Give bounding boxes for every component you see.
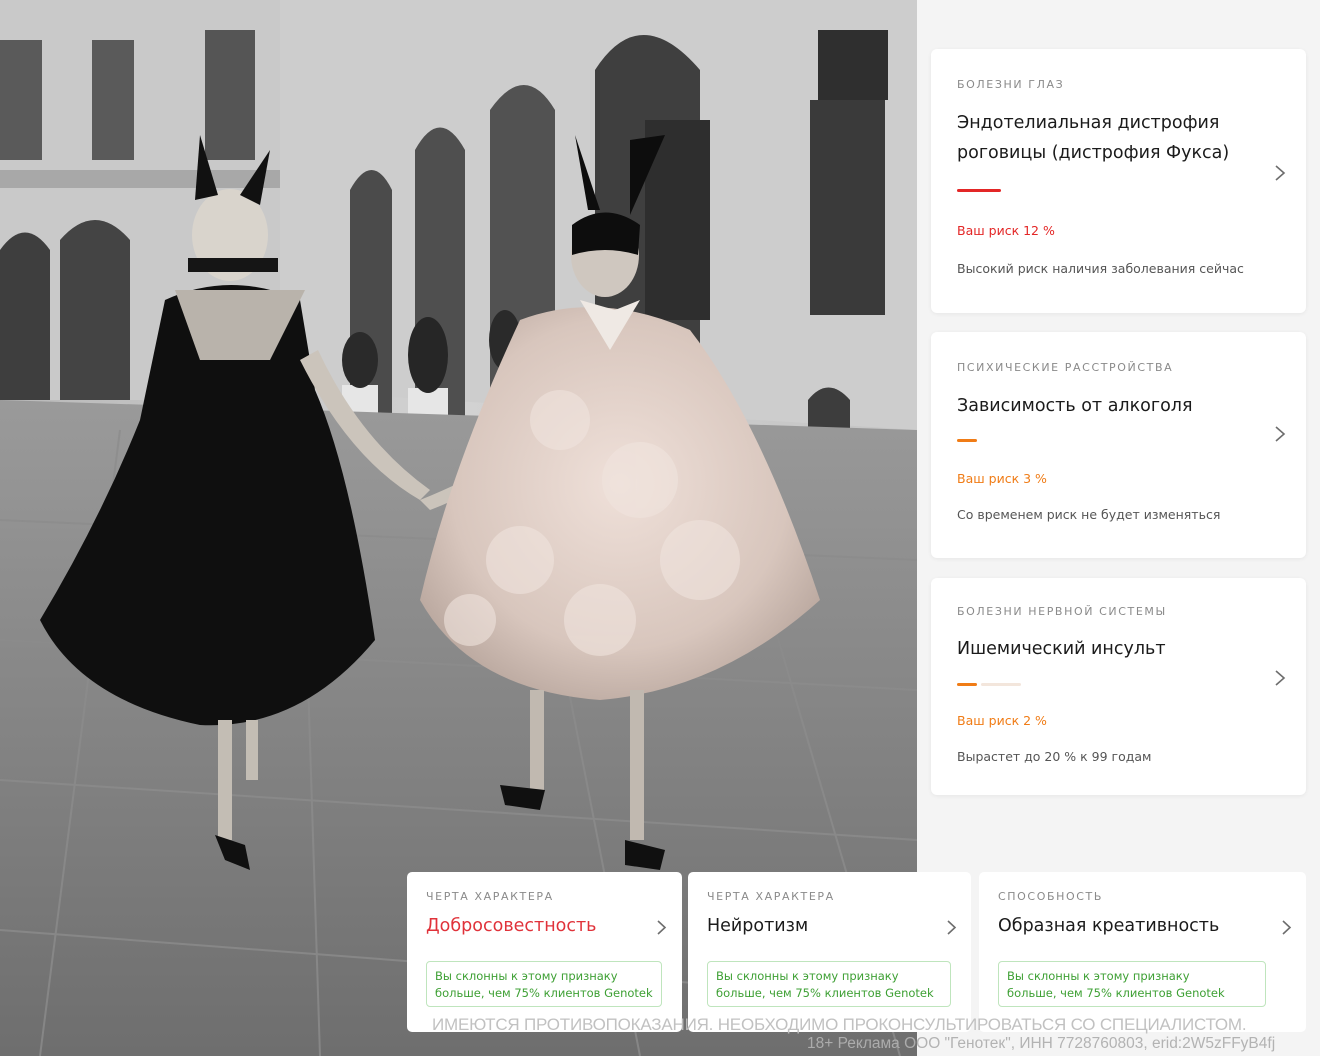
trait-title: Добросовестность [426, 916, 597, 936]
risk-value: Ваш риск 12 % [957, 223, 1055, 238]
disclaimer-contraindications: ИМЕЮТСЯ ПРОТИВОПОКАЗАНИЯ. НЕОБХОДИМО ПРО… [432, 1015, 1247, 1034]
chevron-right-icon[interactable] [1281, 919, 1292, 936]
disease-category: БОЛЕЗНИ ГЛАЗ [957, 78, 1065, 91]
trait-card-neuroticism[interactable]: ЧЕРТА ХАРАКТЕРА Нейротизм Вы склонны к э… [688, 872, 971, 1032]
disease-category: БОЛЕЗНИ НЕРВНОЙ СИСТЕМЫ [957, 605, 1167, 618]
risk-value: Ваш риск 3 % [957, 471, 1047, 486]
trait-category: ЧЕРТА ХАРАКТЕРА [426, 890, 554, 903]
chevron-right-icon[interactable] [1274, 164, 1286, 182]
risk-note: Вырастет до 20 % к 99 годам [957, 749, 1152, 764]
trait-title: Образная креативность [998, 916, 1220, 936]
disease-category: ПСИХИЧЕСКИЕ РАССТРОЙСТВА [957, 361, 1174, 374]
disease-title: Эндотелиальная дистрофия роговицы (дистр… [957, 108, 1257, 168]
risk-value: Ваш риск 2 % [957, 713, 1047, 728]
badge-line: больше, чем 75% клиентов Genotek [716, 986, 934, 1000]
trait-category: ЧЕРТА ХАРАКТЕРА [707, 890, 835, 903]
risk-note: Высокий риск наличия заболевания сейчас [957, 261, 1244, 276]
chevron-right-icon[interactable] [656, 919, 667, 936]
badge-line: больше, чем 75% клиентов Genotek [1007, 986, 1225, 1000]
badge-line: Вы склонны к этому признаку [1007, 969, 1190, 983]
chevron-right-icon[interactable] [1274, 425, 1286, 443]
trait-card-conscientiousness[interactable]: ЧЕРТА ХАРАКТЕРА Добросовестность Вы скло… [407, 872, 682, 1032]
trait-badge: Вы склонны к этому признаку больше, чем … [426, 961, 662, 1007]
chevron-right-icon[interactable] [946, 919, 957, 936]
disease-card-fuchs-dystrophy[interactable]: БОЛЕЗНИ ГЛАЗ Эндотелиальная дистрофия ро… [931, 49, 1306, 313]
risk-bar-track [981, 683, 1021, 686]
disease-card-ischemic-stroke[interactable]: БОЛЕЗНИ НЕРВНОЙ СИСТЕМЫ Ишемический инсу… [931, 578, 1306, 795]
trait-badge: Вы склонны к этому признаку больше, чем … [998, 961, 1266, 1007]
risk-bar-medium [957, 683, 977, 686]
badge-line: Вы склонны к этому признаку [716, 969, 899, 983]
disclaimer-advertiser: 18+ Реклама ООО "Генотек", ИНН 772876080… [807, 1035, 1276, 1052]
risk-note: Со временем риск не будет изменяться [957, 507, 1221, 522]
disease-card-alcohol-dependence[interactable]: ПСИХИЧЕСКИЕ РАССТРОЙСТВА Зависимость от … [931, 332, 1306, 558]
trait-card-figurative-creativity[interactable]: СПОСОБНОСТЬ Образная креативность Вы скл… [979, 872, 1306, 1032]
trait-title: Нейротизм [707, 916, 809, 936]
badge-line: Вы склонны к этому признаку [435, 969, 618, 983]
trait-badge: Вы склонны к этому признаку больше, чем … [707, 961, 951, 1007]
disease-title: Зависимость от алкоголя [957, 396, 1193, 416]
risk-bar-medium [957, 439, 977, 442]
risk-bar-high [957, 189, 1001, 192]
disease-title-line: роговицы (дистрофия Фукса) [957, 143, 1230, 163]
chevron-right-icon[interactable] [1274, 669, 1286, 687]
disease-title-line: Эндотелиальная дистрофия [957, 113, 1220, 133]
disease-title: Ишемический инсульт [957, 639, 1166, 659]
trait-category: СПОСОБНОСТЬ [998, 890, 1103, 903]
badge-line: больше, чем 75% клиентов Genotek [435, 986, 653, 1000]
